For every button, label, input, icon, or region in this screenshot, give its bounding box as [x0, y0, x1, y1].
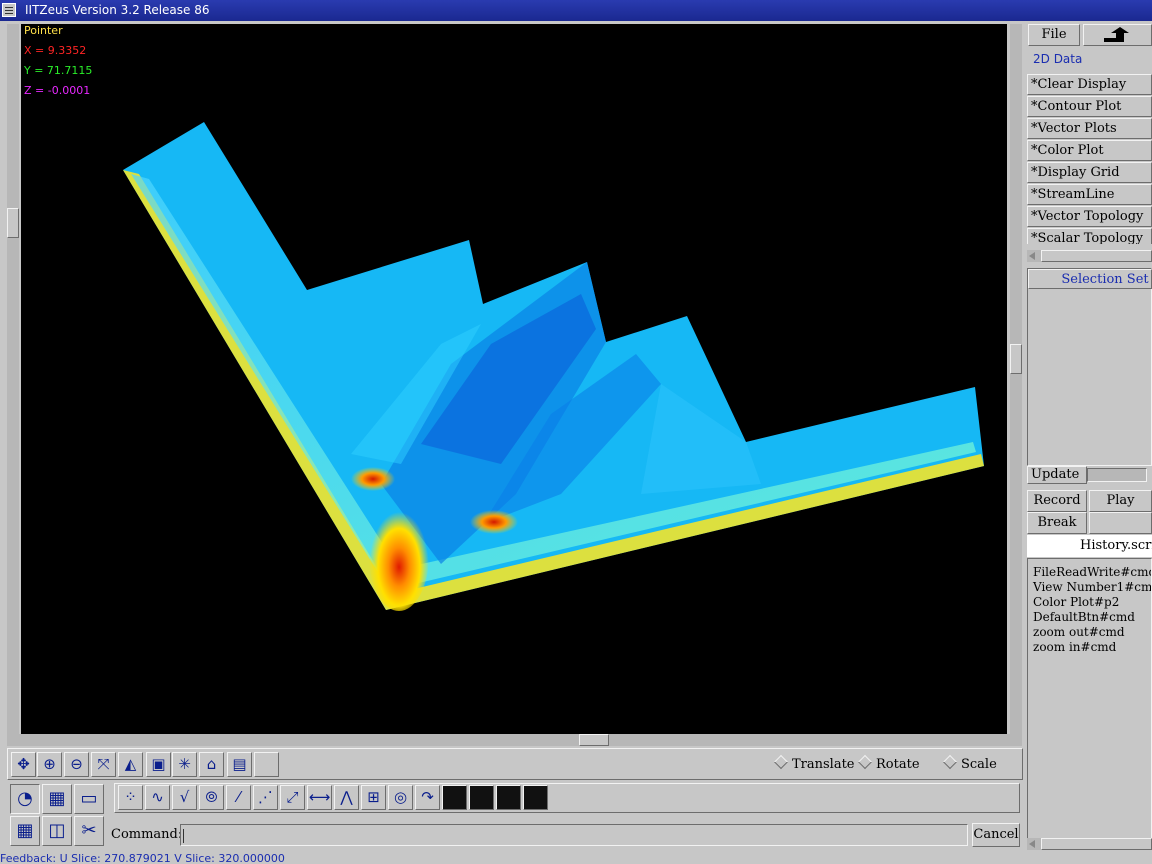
cube-icon[interactable]: ◫ [42, 816, 72, 846]
list-item[interactable]: FileReadWrite#cmd [1033, 565, 1151, 580]
render-canvas[interactable]: Pointer X = 9.3352 Y = 71.7115 Z = -0.00… [21, 24, 1007, 734]
list-item[interactable]: DefaultBtn#cmd [1033, 610, 1151, 625]
play-button[interactable]: Play [1089, 490, 1152, 512]
history-scroll-left-icon[interactable] [1029, 840, 1035, 848]
update-button[interactable]: Update [1027, 466, 1087, 484]
thumbnail-2-icon[interactable] [469, 785, 494, 810]
thumbnail-4-icon[interactable] [523, 785, 548, 810]
empty-button[interactable] [1089, 512, 1152, 534]
list-item[interactable]: zoom in#cmd [1033, 640, 1151, 655]
section-title: 2D Data [1033, 52, 1083, 66]
menu-item-color-plot[interactable]: *Color Plot [1027, 140, 1152, 161]
check-curve-icon[interactable]: √ [172, 785, 197, 810]
layers-icon[interactable]: ▣ [146, 752, 171, 777]
selection-set-list[interactable]: Selection Set [1027, 268, 1152, 466]
menu-horizontal-scrollbar-thumb[interactable] [1041, 250, 1152, 262]
up-arrow-icon [1104, 27, 1129, 42]
fit-view-icon[interactable]: ⤧ [91, 752, 116, 777]
menu-item-display-grid[interactable]: *Display Grid [1027, 162, 1152, 183]
history-scrollbar-thumb[interactable] [1041, 838, 1152, 850]
menu-horizontal-scrollbar[interactable] [1027, 250, 1152, 262]
history-scrollbar[interactable] [1027, 838, 1152, 850]
break-button[interactable]: Break [1027, 512, 1087, 534]
thumbnail-1-icon[interactable] [442, 785, 467, 810]
rotate-radio[interactable]: Rotate [857, 754, 920, 772]
history-filename[interactable]: History.script [1027, 535, 1152, 557]
thumbnail-3-icon[interactable] [496, 785, 521, 810]
x-readout: X = 9.3352 [24, 44, 87, 57]
up-arrow-button[interactable] [1083, 24, 1152, 46]
zoom-out-icon[interactable]: ⊖ [64, 752, 89, 777]
canvas-horizontal-scrollbar[interactable] [7, 734, 1022, 746]
rotate-arrow-icon[interactable]: ↷ [415, 785, 440, 810]
canvas-vertical-scrollbar-thumb[interactable] [1010, 344, 1022, 374]
coordinate-readout: Pointer X = 9.3352 Y = 71.7115 Z = -0.00… [21, 24, 221, 104]
save-icon[interactable]: ▤ [227, 752, 252, 777]
perspective-icon[interactable]: ◭ [118, 752, 143, 777]
select-mode-icon[interactable]: ◔ [10, 784, 40, 814]
left-scrollbar[interactable] [7, 24, 19, 736]
list-item[interactable]: Color Plot#p2 [1033, 595, 1151, 610]
scale-radio[interactable]: Scale [942, 754, 997, 772]
grid-select-icon[interactable]: ⊞ [361, 785, 386, 810]
translate-radio[interactable]: Translate [773, 754, 855, 772]
menu-item-vector-plots[interactable]: *Vector Plots [1027, 118, 1152, 139]
pan-icon[interactable]: ✥ [11, 752, 36, 777]
cancel-button[interactable]: Cancel [972, 823, 1020, 847]
menu-item-contour-plot[interactable]: *Contour Plot [1027, 96, 1152, 117]
blank-tool-icon[interactable] [254, 752, 279, 777]
menu-item-scalar-topology[interactable]: *Scalar Topology [1027, 228, 1152, 244]
scatter-icon[interactable]: ⋰ [253, 785, 278, 810]
erase-icon[interactable]: ✳ [172, 752, 197, 777]
plot-menu-list: *Clear Display *Contour Plot *Vector Plo… [1027, 74, 1152, 244]
table-grid-icon[interactable]: ▦ [10, 816, 40, 846]
control-panel: File 2D Data *Clear Display *Contour Plo… [1025, 22, 1152, 864]
window-menu-icon[interactable] [2, 3, 16, 17]
file-button[interactable]: File [1028, 24, 1080, 46]
measure-icon[interactable]: ⟷ [307, 785, 332, 810]
text-cursor-icon [183, 829, 185, 843]
flow-visualization [123, 122, 984, 611]
status-bar: Feedback: U Slice: 270.879021 V Slice: 3… [0, 852, 285, 864]
probe-line-icon[interactable]: ⁄ [226, 785, 251, 810]
command-label: Command: [111, 827, 183, 842]
mode-label: Pointer [24, 24, 63, 37]
cut-icon[interactable]: ✂ [74, 816, 104, 846]
list-item[interactable]: zoom out#cmd [1033, 625, 1151, 640]
y-readout: Y = 71.7115 [24, 64, 93, 77]
analysis-toolbar: ⁘ ∿ √ ⦾ ⁄ ⋰ ⤢ ⟷ ⋀ ⊞ ◎ ↷ [114, 783, 1020, 813]
menu-item-vector-topology[interactable]: *Vector Topology [1027, 206, 1152, 227]
zoom-in-icon[interactable]: ⊕ [37, 752, 62, 777]
monitor-icon[interactable]: ▭ [74, 784, 104, 814]
open-folder-icon[interactable]: ⌂ [199, 752, 224, 777]
target-icon[interactable]: ◎ [388, 785, 413, 810]
selection-set-header: Selection Set [1028, 269, 1152, 289]
expand-icon[interactable]: ⤢ [280, 785, 305, 810]
zigzag-icon[interactable]: ⋀ [334, 785, 359, 810]
window-title: IITZeus Version 3.2 Release 86 [25, 3, 210, 17]
curve-icon[interactable]: ∿ [145, 785, 170, 810]
view-toolbar: ✥ ⊕ ⊖ ⤧ ◭ ▣ ✳ ⌂ ▤ Translate Rotate Scale [7, 748, 1023, 780]
left-scrollbar-thumb[interactable] [7, 208, 19, 238]
record-button[interactable]: Record [1027, 490, 1087, 512]
title-bar: IITZeus Version 3.2 Release 86 [0, 0, 1152, 21]
history-list[interactable]: FileReadWrite#cmd View Number1#cmd Color… [1027, 558, 1152, 840]
menu-item-clear-display[interactable]: *Clear Display [1027, 74, 1152, 95]
list-item[interactable]: View Number1#cmd [1033, 580, 1151, 595]
points-icon[interactable]: ⁘ [118, 785, 143, 810]
surface-grid-icon[interactable]: ▦ [42, 784, 72, 814]
menu-item-streamline[interactable]: *StreamLine [1027, 184, 1152, 205]
canvas-horizontal-scrollbar-thumb[interactable] [579, 734, 609, 746]
command-input[interactable] [180, 824, 968, 846]
update-slider[interactable] [1087, 468, 1147, 482]
scroll-left-arrow-icon[interactable] [1029, 252, 1035, 260]
probe-icon[interactable]: ⦾ [199, 785, 224, 810]
z-readout: Z = -0.0001 [24, 84, 91, 97]
canvas-vertical-scrollbar[interactable] [1010, 24, 1022, 736]
